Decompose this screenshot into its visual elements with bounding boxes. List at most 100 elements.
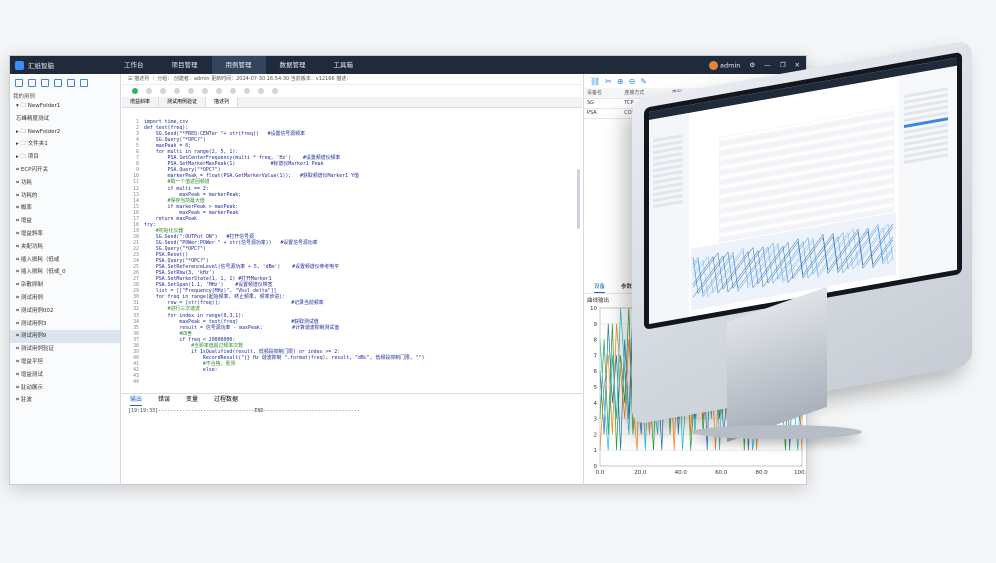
refresh-icon[interactable] <box>54 78 62 87</box>
redo-icon[interactable] <box>244 88 250 94</box>
add-icon[interactable]: ⊕ <box>617 77 624 86</box>
monitor-screen <box>644 51 962 330</box>
tree-item-label: ▸ 🗀 文件夹1 <box>16 141 48 148</box>
code-text[interactable]: import time,csv def test(freq): SG.Send("… <box>144 119 582 373</box>
output-tab[interactable]: 变量 <box>186 394 198 406</box>
y-tick-label: 6 <box>594 369 598 375</box>
tree-item[interactable]: ⌗ 测试用例002 <box>10 305 120 318</box>
editor-tab[interactable]: 描述列 <box>206 97 239 107</box>
settings-icon[interactable]: ⚙ <box>749 61 755 69</box>
output-tab[interactable]: 过程数据 <box>214 394 238 406</box>
step-into-icon[interactable] <box>160 88 166 94</box>
tree-item-label: ⌗ 功耗 <box>16 179 32 186</box>
tree-item[interactable]: ⌗ 测试用例3 <box>10 318 120 331</box>
menu-item[interactable]: 用例管理 <box>211 56 266 74</box>
tree-item[interactable]: ▸ 🗀 文件夹1 <box>10 138 120 151</box>
save-icon[interactable] <box>258 88 264 94</box>
line-number: 44 <box>133 379 139 386</box>
tree-item[interactable]: ▸ 🗀 NewFolder2 <box>10 126 120 139</box>
title-bar: 汇纸智脑 工作台 项目管理 用例管理 数据管理 工具箱 admin ⚙ — ❐ ✕ <box>10 56 806 74</box>
tree-item-label: ⌗ 插入损耗（低或_0 <box>16 269 66 276</box>
tree-item[interactable]: 忘峰精度测试 <box>10 113 120 126</box>
step-out-icon[interactable] <box>174 88 180 94</box>
tree-item[interactable]: ⌗ 功耗的 <box>10 190 120 203</box>
tree-item[interactable]: ⌗ 驻动展示 <box>10 382 120 395</box>
x-tick-label: 60.0 <box>715 470 728 476</box>
tree-item[interactable]: ⌗ 增益斜率 <box>10 228 120 241</box>
new-file-icon[interactable] <box>15 78 23 87</box>
tree-item[interactable]: ⌗ 夹配功耗 <box>10 241 120 254</box>
y-tick-label: 8 <box>594 338 598 344</box>
editor-scrollbar[interactable] <box>577 169 580 229</box>
pen-icon[interactable]: ✎ <box>640 77 647 86</box>
run-icon[interactable] <box>132 88 138 94</box>
top-menu: 工作台 项目管理 用例管理 数据管理 工具箱 <box>110 56 367 74</box>
app-title: 汇纸智脑 <box>28 62 54 70</box>
tree-item-label: ⌗ 夹配功耗 <box>16 243 43 250</box>
sidebar-toolbar <box>10 74 120 91</box>
pause-icon[interactable] <box>216 88 222 94</box>
step-icon[interactable] <box>146 88 152 94</box>
editor-tab[interactable]: 增益斜率 <box>122 97 160 107</box>
tree-item[interactable]: ⌗ 杂散抑制 <box>10 279 120 292</box>
output-tabs: 输出 错误 变量 过程数据 <box>122 394 582 406</box>
tree-item[interactable]: ⌗ 插入损耗（低或_0 <box>10 266 120 279</box>
tree-item[interactable]: ▸ 🗀 项目 <box>10 151 120 164</box>
tree-item[interactable]: ⌗ 概率 <box>10 202 120 215</box>
close-icon[interactable]: ✕ <box>795 61 800 69</box>
code-editor[interactable]: 1 2 3 4 5 6 7 8 9 10 11 12 13 14 15 16 17 18 19 20 21 22 23 24 2… <box>122 119 582 391</box>
tree-item[interactable]: ⌗ 插入损耗（低或 <box>10 254 120 267</box>
copy-icon[interactable] <box>41 78 49 87</box>
tree-item[interactable]: ⌗ 增益平坦 <box>10 356 120 369</box>
tree-item[interactable]: ⌗ 驻波 <box>10 394 120 407</box>
new-folder-icon[interactable] <box>28 78 36 87</box>
menu-item[interactable]: 数据管理 <box>266 56 320 74</box>
right-tab[interactable]: 设备 <box>594 282 606 293</box>
tree-item-label: ⌗ 测试用例002 <box>16 307 54 314</box>
undo-icon[interactable] <box>230 88 236 94</box>
delete-icon[interactable] <box>272 88 278 94</box>
line-numbers: 1 2 3 4 5 6 7 8 9 10 11 12 13 14 15 16 17 18 19 20 21 22 23 24 2… <box>122 119 139 385</box>
tree-item[interactable]: ⌗ 测试用例9 <box>10 330 120 344</box>
record-icon[interactable] <box>202 88 208 94</box>
y-tick-label: 2 <box>594 432 598 438</box>
remove-icon[interactable]: ⊖ <box>629 77 636 86</box>
link-icon[interactable]: ⛓ <box>590 77 600 86</box>
unlink-icon[interactable]: ✂ <box>605 77 612 86</box>
user-name: admin <box>720 61 741 69</box>
x-tick-label: 100.0 <box>794 470 807 476</box>
minimize-icon[interactable]: — <box>764 61 771 69</box>
y-tick-label: 10 <box>590 306 597 312</box>
restore-icon[interactable]: ❐ <box>780 61 786 69</box>
code-line: else: <box>144 366 218 373</box>
output-panel: 输出 错误 变量 过程数据 [19:19:33]-------------------… <box>122 393 582 484</box>
menu-item[interactable]: 工具箱 <box>320 56 368 74</box>
editor-tab[interactable]: 测试用例验证 <box>159 97 207 107</box>
monitor-base <box>692 425 862 439</box>
tree-item[interactable]: ⌗ 测试用例 <box>10 292 120 305</box>
user-menu[interactable]: admin <box>709 60 741 70</box>
tree-item[interactable]: ⌗ 功耗 <box>10 177 120 190</box>
tree-item-label: ⌗ 插入损耗（低或 <box>16 256 60 263</box>
menu-item[interactable]: 项目管理 <box>158 56 212 74</box>
case-info-bar: ☰ 描述列 ｜ 分组： 创建者：admin 更新时间：2024-07-30 16… <box>122 74 582 85</box>
case-sidebar: 我的用例 ▾ 🗀 NewFolder1 忘峰精度测试 ▸ 🗀 NewFolder2… <box>10 74 121 484</box>
tree-item-label: ⌗ 增益 <box>16 218 32 225</box>
right-tab[interactable]: 参数 <box>621 282 632 293</box>
logo-icon <box>15 60 24 70</box>
tree-item[interactable]: ▾ 🗀 NewFolder1 <box>10 100 120 113</box>
tree-item[interactable]: ⌗ 测试用例验证 <box>10 343 120 356</box>
share-icon[interactable] <box>80 78 88 87</box>
y-tick-label: 5 <box>594 385 598 391</box>
output-tab[interactable]: 输出 <box>130 394 143 406</box>
tree-item[interactable]: ⌗ 增益 <box>10 215 120 228</box>
tree-item[interactable]: ⌗ 增益测试 <box>10 369 120 382</box>
edit-icon[interactable] <box>67 78 75 87</box>
device-cell-text: SG <box>587 100 595 106</box>
tree-item[interactable]: ⌗ ECP闪开关 <box>10 164 120 177</box>
stop-icon[interactable] <box>188 88 194 94</box>
tree-item-label: ⌗ 概率 <box>16 205 32 212</box>
case-tree: ▾ 🗀 NewFolder1 忘峰精度测试 ▸ 🗀 NewFolder2 ▸ 🗀 文… <box>10 100 120 407</box>
menu-item[interactable]: 工作台 <box>110 56 158 74</box>
output-tab[interactable]: 错误 <box>158 394 170 406</box>
